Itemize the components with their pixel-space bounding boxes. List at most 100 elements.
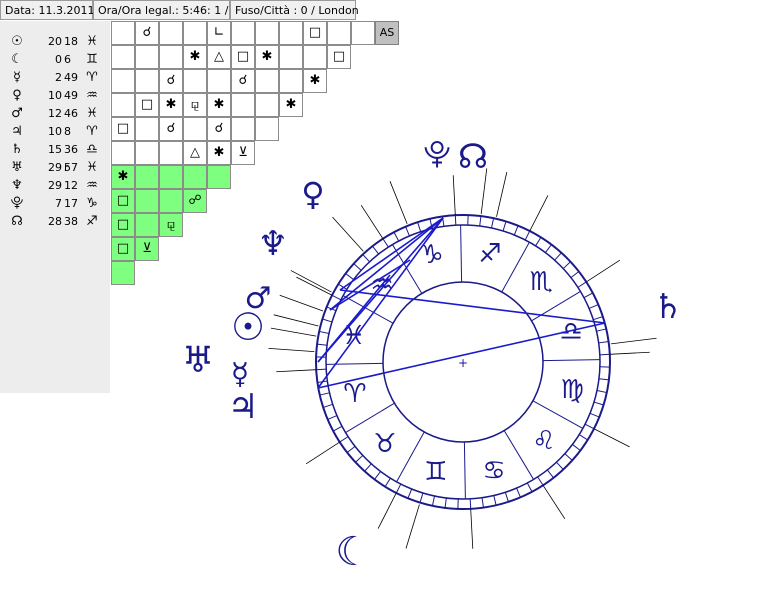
house-cusp-line [360, 204, 384, 239]
degree-tick [564, 453, 573, 461]
saturn-icon: ♄ [653, 287, 683, 327]
degree-tick [583, 292, 594, 299]
degree-tick [554, 252, 562, 261]
degree-tick [596, 328, 607, 332]
degree-tick [384, 477, 391, 487]
house-cusp-line [609, 351, 650, 355]
sign-divider [542, 359, 600, 362]
degree-tick [407, 488, 413, 499]
chart-wheel: ♈♉♊♋♌♍♎♏♐♑♒♓+♀♆♂☉♅☿♃♄☾☊⯓ [182, 137, 683, 575]
house-cusp-line [452, 175, 456, 216]
aspect-line [339, 289, 606, 324]
jupiter-icon: ♃ [228, 387, 258, 427]
zodiac-sign-icon: ♉ [373, 429, 396, 459]
degree-tick [316, 368, 327, 371]
degree-tick [322, 318, 333, 323]
sign-divider [463, 441, 466, 499]
degree-tick [345, 273, 354, 280]
house-cusp-line [586, 259, 621, 283]
planet-pointer-line [610, 337, 657, 345]
degree-tick [524, 230, 531, 241]
sign-divider [396, 431, 425, 483]
degree-tick [535, 237, 542, 247]
degree-tick [562, 261, 571, 269]
degree-tick [479, 216, 482, 227]
degree-tick [331, 294, 342, 301]
degree-tick [444, 497, 447, 508]
degree-tick [362, 254, 370, 263]
zodiac-sign-icon: ♋ [482, 456, 505, 486]
degree-tick [599, 353, 610, 356]
moon-icon: ☾ [335, 529, 371, 575]
zodiac-sign-icon: ♈ [343, 379, 366, 409]
zodiac-sign-icon: ♊ [424, 457, 447, 487]
degree-tick [346, 445, 356, 453]
degree-tick [516, 487, 521, 498]
degree-tick [431, 495, 436, 506]
degree-tick [374, 471, 381, 480]
degree-tick [469, 498, 472, 509]
degree-tick [490, 218, 495, 229]
degree-tick [353, 263, 362, 271]
degree-tick [598, 378, 609, 381]
degree-tick [598, 341, 609, 344]
degree-tick [419, 492, 424, 503]
degree-tick [393, 231, 400, 242]
planet-pointer-line [290, 270, 332, 293]
degree-tick [596, 389, 607, 394]
planet-pointer-line [405, 504, 420, 549]
degree-tick [364, 463, 372, 472]
zodiac-sign-icon: ♐ [479, 239, 502, 269]
degree-tick [570, 271, 580, 279]
aspect-line [317, 217, 444, 389]
sign-divider [501, 241, 530, 293]
degree-tick [417, 222, 422, 232]
zodiac-sign-icon: ♌ [532, 426, 555, 456]
house-cusp-line [529, 195, 549, 232]
house-cusp-line [276, 369, 317, 373]
degree-tick [323, 403, 333, 408]
planet-pointer-line [268, 347, 315, 353]
degree-tick [504, 492, 509, 502]
house-cusp-line [470, 508, 474, 549]
sign-divider [503, 430, 534, 480]
house-cusp-line [542, 485, 566, 520]
degree-tick [546, 469, 554, 479]
degree-tick [584, 423, 595, 430]
house-cusp-line [593, 428, 630, 448]
degree-tick [593, 401, 604, 406]
planet-pointer-line [389, 181, 408, 224]
degree-tick [513, 225, 519, 236]
degree-tick [577, 281, 587, 288]
degree-tick [372, 245, 380, 255]
house-cusp-line [305, 441, 340, 465]
center-cross: + [458, 356, 468, 370]
pluto-icon: ⯓ [423, 137, 450, 170]
sign-divider [460, 225, 463, 283]
degree-tick [327, 415, 338, 420]
degree-tick [332, 425, 343, 432]
neptune-icon: ♆ [258, 224, 288, 264]
degree-tick [317, 343, 328, 346]
uranus-icon: ♅ [182, 340, 214, 381]
degree-tick [395, 483, 402, 494]
house-cusp-line [377, 492, 397, 529]
planet-pointer-line [270, 327, 317, 337]
degree-tick [556, 461, 564, 470]
zodiac-sign-icon: ♏ [529, 267, 552, 297]
degree-tick [382, 238, 389, 248]
degree-tick [578, 434, 588, 441]
degree-tick [319, 330, 330, 335]
degree-tick [493, 495, 497, 506]
degree-tick [319, 392, 330, 396]
degree-tick [545, 244, 552, 253]
planet-pointer-line [273, 314, 319, 327]
degree-tick [405, 226, 410, 237]
zodiac-sign-icon: ♓ [342, 321, 365, 351]
degree-tick [355, 455, 364, 463]
zodiac-sign-icon: ♍ [561, 375, 584, 405]
node-icon: ☊ [458, 137, 488, 177]
degree-tick [339, 436, 349, 443]
degree-tick [454, 215, 457, 226]
degree-tick [593, 316, 603, 321]
